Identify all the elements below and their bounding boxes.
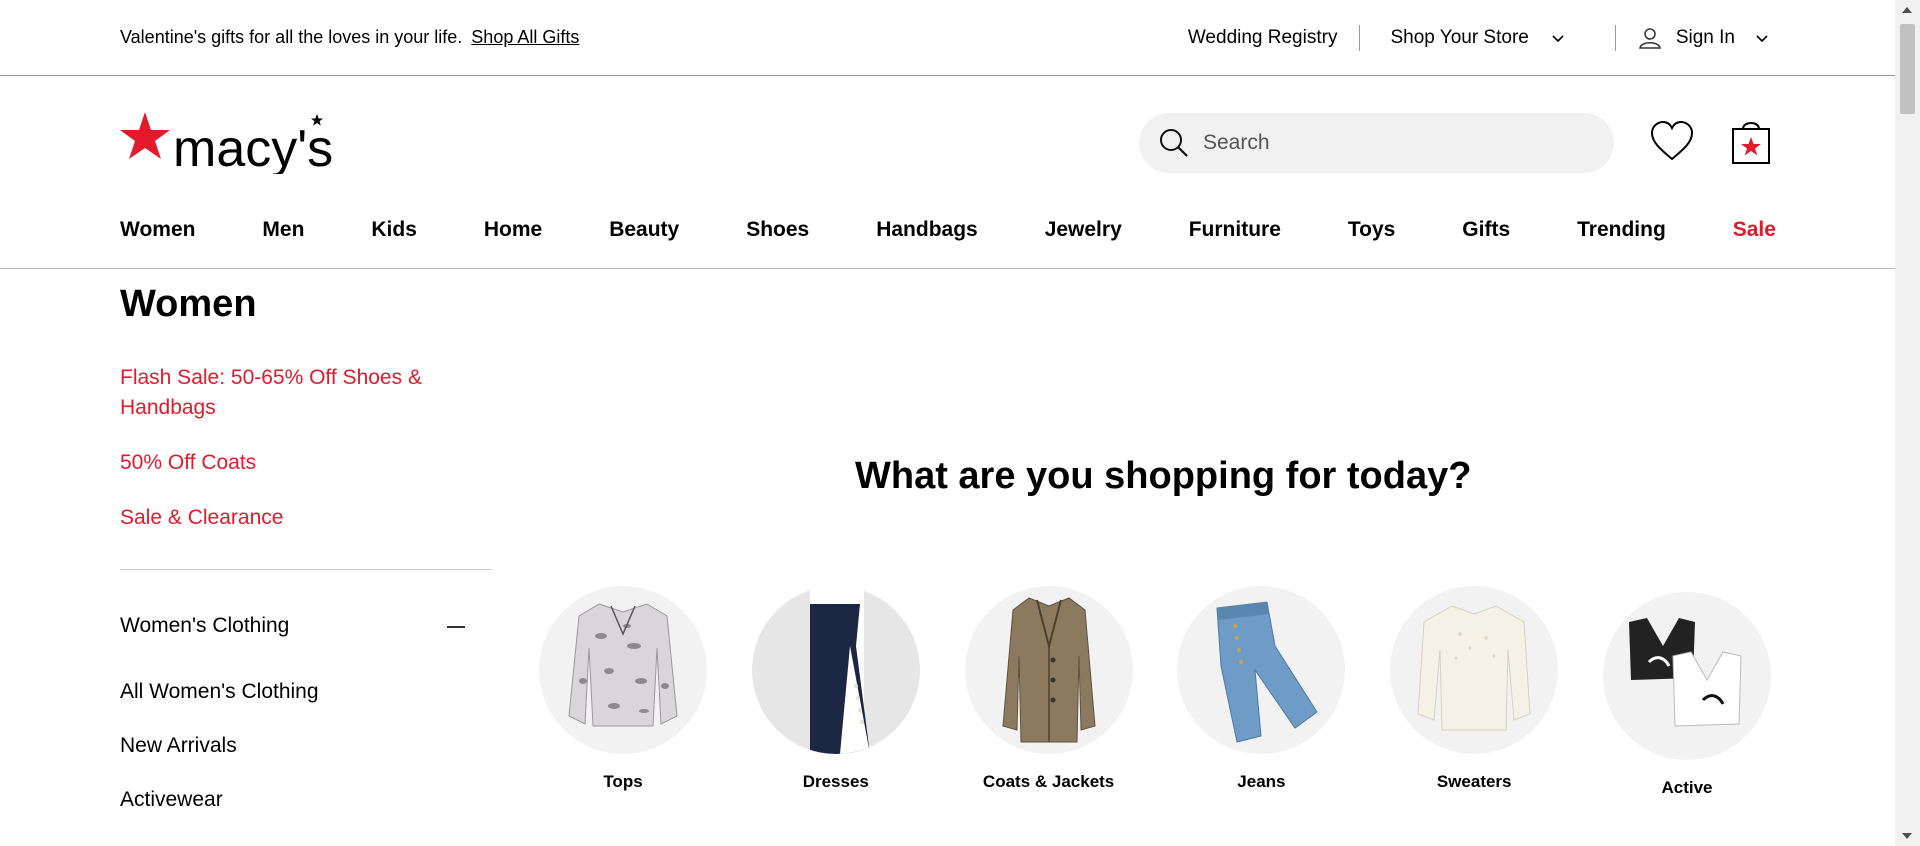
sports-bra-icon (1628, 618, 1742, 727)
page-title: Women (120, 283, 257, 325)
collapse-icon[interactable] (447, 626, 465, 628)
nav-jewelry[interactable]: Jewelry (1045, 218, 1122, 242)
category-sweaters[interactable]: Sweaters (1389, 586, 1559, 798)
heart-icon[interactable] (1650, 120, 1694, 164)
coat-icon (1002, 597, 1096, 743)
category-image-dresses[interactable] (751, 586, 920, 754)
nav-home[interactable]: Home (484, 218, 542, 242)
logo-wordmark: macy's (173, 120, 333, 174)
nav-women[interactable]: Women (120, 218, 195, 242)
utility-links: Wedding Registry Shop Your Store Sign In (1188, 22, 1769, 54)
nav-sale[interactable]: Sale (1733, 218, 1776, 242)
wedding-registry-label: Wedding Registry (1187, 27, 1338, 48)
category-tops[interactable]: Tops (538, 586, 708, 798)
search-icon (1160, 129, 1188, 157)
category-image-active[interactable] (1602, 592, 1771, 760)
nav-kids[interactable]: Kids (371, 218, 417, 242)
jeans-icon (1216, 601, 1319, 743)
sidebar-promo-sale-clearance[interactable]: Sale & Clearance (120, 503, 460, 533)
category-label[interactable]: Jeans (1237, 772, 1285, 792)
category-jeans[interactable]: Jeans (1176, 586, 1346, 798)
chevron-down-icon (1552, 35, 1564, 43)
nav-furniture[interactable]: Furniture (1189, 218, 1281, 242)
star-logo-icon (120, 112, 170, 159)
nav-divider (0, 268, 1895, 269)
category-image-jeans[interactable] (1177, 586, 1346, 754)
sidebar-divider (120, 569, 492, 570)
shop-your-store-dropdown[interactable]: Shop Your Store (1390, 27, 1564, 49)
category-label[interactable]: Sweaters (1437, 772, 1512, 792)
nav-handbags[interactable]: Handbags (876, 218, 978, 242)
scrollbar-thumb[interactable] (1900, 24, 1915, 114)
sidebar-promo-coats[interactable]: 50% Off Coats (120, 448, 460, 478)
sign-in-dropdown[interactable]: Sign In (1638, 26, 1769, 50)
promo-text: Valentine's gifts for all the loves in y… (120, 27, 463, 47)
category-coats-jackets[interactable]: Coats & Jackets (964, 586, 1134, 798)
search-bar[interactable] (1139, 113, 1614, 173)
nav-beauty[interactable]: Beauty (609, 218, 679, 242)
main-nav: Women Men Kids Home Beauty Shoes Handbag… (120, 218, 1776, 242)
sign-in-label: Sign In (1675, 27, 1735, 48)
scroll-up-icon[interactable] (1902, 7, 1912, 13)
sweater-icon (1417, 605, 1531, 731)
sidebar-promo-flash-sale[interactable]: Flash Sale: 50-65% Off Shoes & Handbags (120, 363, 460, 423)
chevron-down-icon (1756, 35, 1768, 43)
nav-gifts[interactable]: Gifts (1462, 218, 1510, 242)
wedding-registry-link[interactable]: Wedding Registry (1188, 27, 1338, 49)
category-image-coats-jackets[interactable] (964, 586, 1133, 754)
section-headline: What are you shopping for today? (855, 455, 1472, 497)
sidebar-link-new-arrivals[interactable]: New Arrivals (120, 734, 237, 758)
user-icon (1638, 28, 1661, 49)
category-label[interactable]: Tops (603, 772, 642, 792)
shop-your-store-label: Shop Your Store (1390, 27, 1529, 48)
category-label[interactable]: Active (1661, 778, 1712, 798)
sidebar-category-womens-clothing[interactable]: Women's Clothing (120, 614, 465, 638)
category-image-tops[interactable] (539, 586, 707, 754)
shopping-bag-icon[interactable] (1731, 117, 1771, 165)
shop-all-gifts-link[interactable]: Shop All Gifts (471, 27, 579, 47)
search-input[interactable] (1203, 131, 1583, 155)
category-active[interactable]: Active (1602, 586, 1772, 798)
sidebar-link-all-womens-clothing[interactable]: All Women's Clothing (120, 680, 319, 704)
nav-men[interactable]: Men (262, 218, 304, 242)
nav-trending[interactable]: Trending (1577, 218, 1666, 242)
blouse-icon (568, 603, 678, 727)
utility-bar: Valentine's gifts for all the loves in y… (0, 0, 1895, 76)
nav-shoes[interactable]: Shoes (746, 218, 809, 242)
divider (1359, 25, 1361, 51)
sidebar-category-label: Women's Clothing (120, 614, 290, 637)
category-label[interactable]: Dresses (803, 772, 869, 792)
category-image-sweaters[interactable] (1390, 586, 1559, 754)
nav-toys[interactable]: Toys (1348, 218, 1395, 242)
scroll-down-icon[interactable] (1902, 833, 1912, 839)
sidebar-link-activewear[interactable]: Activewear (120, 788, 223, 812)
divider (1614, 25, 1616, 51)
category-dresses[interactable]: Dresses (751, 586, 921, 798)
dress-icon (809, 586, 870, 754)
category-carousel: Tops Dresses Coats & Jackets Jeans Sweat… (538, 586, 1772, 798)
page-scrollbar[interactable] (1895, 0, 1920, 846)
macys-logo[interactable]: macy's (120, 108, 335, 174)
category-label[interactable]: Coats & Jackets (983, 772, 1114, 792)
promo-banner: Valentine's gifts for all the loves in y… (120, 27, 579, 48)
